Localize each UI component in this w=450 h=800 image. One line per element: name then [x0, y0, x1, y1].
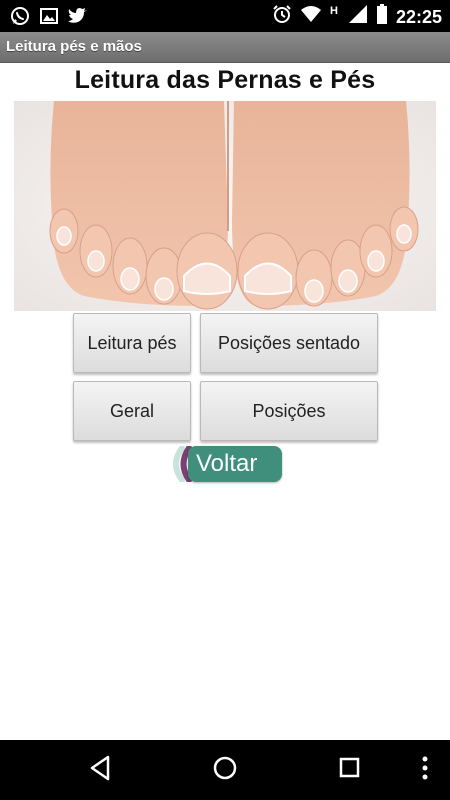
- navigation-bar: [0, 740, 450, 800]
- twitter-icon: [68, 7, 88, 30]
- leitura-pes-button[interactable]: Leitura pés: [73, 313, 191, 373]
- app-title-bar: Leitura pés e mãos: [0, 32, 450, 63]
- image-icon: [40, 7, 58, 30]
- signal-h-icon: H: [329, 4, 340, 27]
- whatsapp-icon: [10, 6, 30, 31]
- menu-icon[interactable]: [420, 754, 430, 787]
- page-title: Leitura das Pernas e Pés: [74, 66, 376, 94]
- network-label: H: [329, 4, 338, 17]
- clock: 22:25: [395, 6, 442, 27]
- app-title: Leitura pés e mãos: [6, 38, 142, 55]
- signal-icon: [348, 4, 368, 29]
- posicoes-button[interactable]: Posições: [200, 381, 378, 441]
- voltar-label: Voltar: [196, 450, 258, 477]
- geral-button[interactable]: Geral: [73, 381, 191, 441]
- posicoes-sentado-button[interactable]: Posições sentado: [200, 313, 378, 373]
- back-icon[interactable]: [88, 754, 112, 787]
- voltar-button[interactable]: Voltar: [168, 446, 282, 482]
- system-icons: H 22:25: [272, 4, 442, 29]
- battery-icon: [376, 4, 388, 29]
- recents-icon[interactable]: [338, 754, 362, 787]
- feet-photo: [14, 101, 436, 311]
- alarm-icon: [272, 4, 292, 29]
- wifi-icon: [300, 5, 322, 28]
- home-icon[interactable]: [212, 754, 238, 787]
- status-bar: H 22:25: [0, 0, 450, 32]
- screen: H 22:25 Leitura pés e mãos Leitura das P…: [0, 0, 450, 800]
- notification-icons: [10, 6, 88, 31]
